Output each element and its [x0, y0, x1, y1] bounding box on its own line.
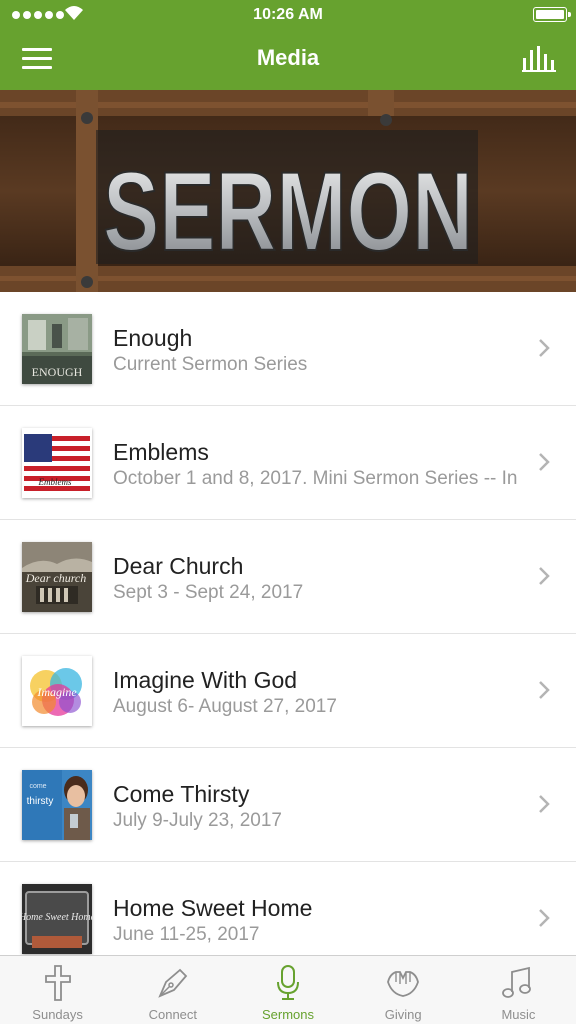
equalizer-icon[interactable] — [522, 46, 556, 72]
list-item[interactable]: Imagine Imagine With God August 6- Augus… — [0, 634, 576, 748]
sermon-subtitle: July 9-July 23, 2017 — [113, 810, 282, 831]
sermon-banner[interactable]: SERMON — [0, 90, 576, 292]
sermon-title: Emblems — [113, 439, 209, 465]
hero-sermon-word: SERMON — [103, 149, 473, 274]
battery-icon — [533, 7, 571, 22]
thumb-text: Dear church — [25, 571, 87, 585]
chevron-right-icon — [539, 681, 550, 699]
sermon-subtitle: Sept 3 - Sept 24, 2017 — [113, 582, 304, 603]
sermon-title: Dear Church — [113, 553, 244, 579]
thumb-text: Home Sweet Home — [22, 912, 92, 923]
sermon-title: Imagine With God — [113, 667, 298, 693]
chevron-right-icon — [539, 909, 550, 927]
chevron-right-icon — [539, 567, 550, 585]
chevron-right-icon — [539, 339, 550, 357]
tab-connect[interactable]: Connect — [115, 956, 230, 1024]
tab-label: Sundays — [32, 1007, 83, 1022]
sermon-thumbnail: Emblems — [22, 428, 92, 498]
chevron-right-icon — [539, 453, 550, 471]
pen-nib-icon — [158, 968, 188, 998]
cross-icon — [44, 965, 71, 1001]
thumb-text: Emblems — [38, 477, 72, 487]
tab-label: Connect — [148, 1007, 198, 1022]
chevron-right-icon — [539, 795, 550, 813]
thumb-text: Imagine — [36, 685, 77, 699]
sermon-thumbnail: Dear church — [22, 542, 92, 612]
sermon-subtitle: August 6- August 27, 2017 — [113, 696, 337, 717]
list-item[interactable]: ENOUGH Enough Current Sermon Series — [0, 292, 576, 406]
sermon-thumbnail: Imagine — [22, 656, 92, 726]
page-title: Media — [256, 45, 320, 70]
thumb-text: ENOUGH — [32, 365, 83, 379]
list-item[interactable]: Emblems Emblems October 1 and 8, 2017. M… — [0, 406, 576, 520]
tab-label: Giving — [384, 1007, 422, 1022]
list-item[interactable]: Home Sweet Home Home Sweet Home June 11-… — [0, 862, 576, 955]
navigation-bar: Media — [0, 30, 576, 90]
praying-hands-icon — [387, 971, 420, 997]
list-item[interactable]: come thirsty Come Thirsty July 9-July 23… — [0, 748, 576, 862]
sermon-thumbnail: come thirsty — [22, 770, 92, 840]
sermon-subtitle: Current Sermon Series — [113, 354, 308, 375]
sermon-title: Come Thirsty — [113, 781, 250, 807]
tab-music[interactable]: Music — [461, 956, 576, 1024]
sermon-subtitle: June 11-25, 2017 — [113, 924, 260, 945]
thumb-text-thirsty: thirsty — [27, 796, 54, 807]
sermon-thumbnail: ENOUGH — [22, 314, 92, 384]
tab-label: Sermons — [261, 1007, 315, 1022]
sermon-title: Home Sweet Home — [113, 895, 313, 921]
tab-sundays[interactable]: Sundays — [0, 956, 115, 1024]
music-note-icon — [502, 966, 532, 998]
list-item[interactable]: Dear church Dear Church Sept 3 - Sept 24… — [0, 520, 576, 634]
thumb-text-come: come — [29, 783, 46, 790]
sermon-title: Enough — [113, 325, 193, 351]
tab-label: Music — [501, 1007, 536, 1022]
tab-giving[interactable]: Giving — [346, 956, 461, 1024]
microphone-icon — [277, 965, 299, 1000]
tab-sermons[interactable]: Sermons — [230, 956, 345, 1024]
sermon-subtitle: October 1 and 8, 2017. Mini Sermon Serie… — [113, 468, 518, 489]
sermon-thumbnail: Home Sweet Home — [22, 884, 92, 954]
app-header: 10:26 AM Media — [0, 0, 576, 90]
status-time: 10:26 AM — [253, 6, 323, 23]
status-bar: 10:26 AM — [0, 0, 576, 30]
sermon-list: ENOUGH Enough Current Sermon Series Embl… — [0, 292, 576, 955]
tab-bar: Sundays Connect Sermons Giving Music — [0, 955, 576, 1024]
